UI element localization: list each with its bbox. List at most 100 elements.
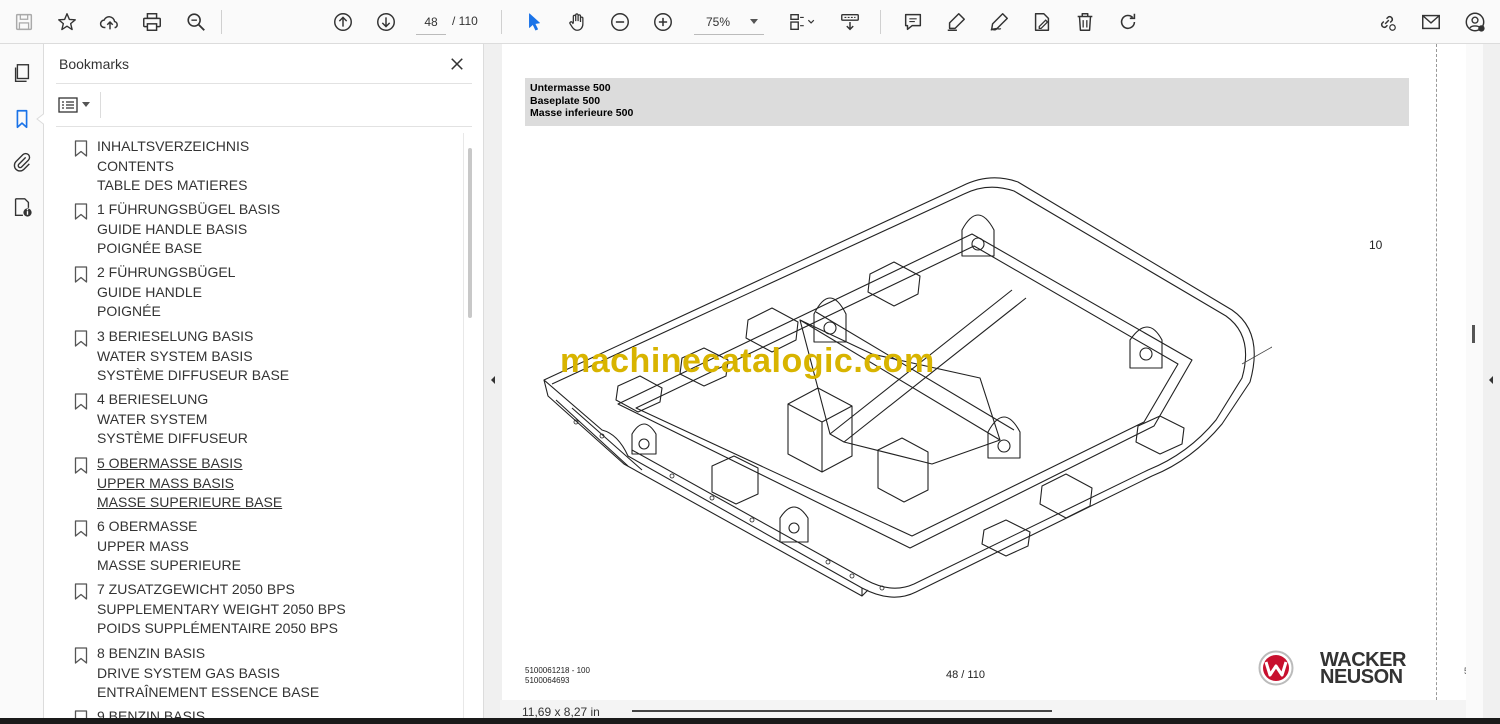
- chevron-down-icon: [82, 102, 90, 107]
- bookmarks-panel-title: Bookmarks: [59, 56, 130, 72]
- bookmark-line-fr: POIGNÉE BASE: [97, 240, 203, 257]
- bookmark-icon: [74, 266, 88, 283]
- bookmark-icon: [74, 457, 88, 474]
- print-icon[interactable]: [137, 7, 167, 37]
- bookmark-icon[interactable]: [7, 104, 37, 134]
- zoom-level-select[interactable]: 75%: [694, 9, 764, 35]
- horizontal-scrollbar[interactable]: [632, 710, 1052, 712]
- next-page-icon[interactable]: [371, 7, 401, 37]
- bookmark-line-de: 7 ZUSATZGEWICHT 2050 BPS: [97, 581, 295, 597]
- document-scrollbar-thumb[interactable]: [1472, 325, 1475, 343]
- toolbar-separator: [880, 10, 881, 34]
- bookmark-icon: [74, 330, 88, 347]
- toolbar-separator: [501, 10, 502, 34]
- list-options-icon: [58, 97, 78, 113]
- bookmark-line-en: WATER SYSTEM BASIS: [97, 347, 253, 364]
- bookmark-options-button[interactable]: [58, 94, 94, 116]
- header-title-en: Baseplate 500: [530, 94, 601, 107]
- account-icon[interactable]: [1460, 7, 1490, 37]
- bookmark-label: 8 BENZIN BASIS DRIVE SYSTEM GAS BASIS EN…: [97, 644, 319, 703]
- page-info-icon[interactable]: [7, 192, 37, 222]
- upload-icon[interactable]: [95, 7, 125, 37]
- window-bottom-edge: [0, 718, 1500, 724]
- redo-icon[interactable]: [1113, 7, 1143, 37]
- star-icon[interactable]: [52, 7, 82, 37]
- bookmark-line-de: 2 FÜHRUNGSBÜGEL: [97, 264, 236, 280]
- draw-icon[interactable]: [984, 7, 1014, 37]
- bookmark-line-en: CONTENTS: [97, 157, 174, 174]
- bookmark-line-fr: MASSE SUPERIEURE: [97, 557, 241, 574]
- page-header-bar: Untermasse 500 Baseplate 500 Masse infer…: [525, 78, 1409, 126]
- document-code-line: 5100064693: [525, 676, 570, 685]
- bookmark-line-fr: SYSTÈME DIFFUSEUR: [97, 430, 248, 447]
- toolbar-separator: [221, 10, 222, 34]
- watermark-text: machinecatalogic.com: [560, 342, 935, 380]
- bookmark-label: INHALTSVERZEICHNIS CONTENTS TABLE DES MA…: [97, 137, 249, 196]
- bookmark-line-de: 8 BENZIN BASIS: [97, 645, 206, 661]
- save-icon[interactable]: [9, 7, 39, 37]
- part-callout-label: 10: [1369, 238, 1383, 252]
- pages-icon[interactable]: [7, 58, 37, 88]
- page-edge-dashed-line: [1436, 44, 1437, 720]
- bookmark-line-de: 4 BERIESELUNG: [97, 391, 209, 407]
- bookmark-line-fr: TABLE DES MATIERES: [97, 177, 248, 194]
- bookmark-line-en: GUIDE HANDLE: [97, 283, 203, 300]
- select-cursor-icon[interactable]: [519, 7, 549, 37]
- scroll-mode-icon[interactable]: [835, 7, 865, 37]
- page-footer-number: 48 / 110: [946, 669, 985, 681]
- document-codes: 5100061218 - 100 5100064693: [525, 666, 590, 686]
- expand-right-panel-icon[interactable]: [1484, 372, 1498, 388]
- comment-icon[interactable]: [898, 7, 928, 37]
- zoom-out-icon[interactable]: [605, 7, 635, 37]
- bookmark-line-en: SUPPLEMENTARY WEIGHT 2050 BPS: [97, 600, 346, 617]
- collapse-panel-icon[interactable]: [486, 372, 500, 388]
- delete-icon[interactable]: [1070, 7, 1100, 37]
- panel-toolbar-separator: [100, 92, 101, 118]
- document-viewport[interactable]: Untermasse 500 Baseplate 500 Masse infer…: [500, 44, 1466, 720]
- document-code-line: 5100061218 - 100: [525, 666, 590, 675]
- navigation-rail: [0, 44, 44, 724]
- header-title-de: Untermasse 500: [530, 82, 611, 94]
- bookmark-line-en: DRIVE SYSTEM GAS BASIS: [97, 664, 280, 681]
- bookmark-line-de: 6 OBERMASSE: [97, 518, 198, 534]
- prev-page-icon[interactable]: [328, 7, 358, 37]
- pdf-page: Untermasse 500 Baseplate 500 Masse infer…: [502, 44, 1466, 720]
- page-total-label: / 110: [452, 14, 478, 28]
- bookmark-label: 5 OBERMASSE BASIS UPPER MASS BASIS MASSE…: [97, 454, 282, 513]
- bookmark-line-fr: POIGNÉE: [97, 303, 161, 320]
- panel-divider: [56, 126, 472, 127]
- fill-sign-icon[interactable]: [1027, 7, 1057, 37]
- bookmark-icon: [74, 140, 88, 157]
- bookmark-label: 6 OBERMASSE UPPER MASS MASSE SUPERIEURE: [97, 517, 241, 576]
- brand-logo-line: NEUSON: [1320, 666, 1403, 688]
- share-link-icon[interactable]: [1372, 7, 1402, 37]
- bookmark-label: 7 ZUSATZGEWICHT 2050 BPS SUPPLEMENTARY W…: [97, 580, 346, 639]
- page-dimensions-label: 11,69 x 8,27 in: [522, 705, 600, 719]
- bookmark-line-de: INHALTSVERZEICHNIS: [97, 138, 250, 154]
- attachment-icon[interactable]: [7, 147, 37, 177]
- bookmark-line-de: 3 BERIESELUNG BASIS: [97, 328, 254, 344]
- bookmark-label: 3 BERIESELUNG BASIS WATER SYSTEM BASIS S…: [97, 327, 289, 386]
- panel-divider: [56, 83, 472, 84]
- zoom-in-icon[interactable]: [648, 7, 678, 37]
- page-number-input[interactable]: 48: [416, 9, 446, 35]
- close-icon[interactable]: [446, 53, 468, 75]
- bookmarks-panel: Bookmarks INHALTSVERZEICHNIS CONTENTS TA…: [44, 44, 484, 724]
- mail-icon[interactable]: [1416, 7, 1446, 37]
- bookmark-line-en: UPPER MASS BASIS: [97, 474, 234, 491]
- hand-icon[interactable]: [562, 7, 592, 37]
- bookmarks-scrollbar-thumb[interactable]: [468, 148, 472, 318]
- baseplate-technical-drawing: [543, 177, 1272, 598]
- bookmark-label: 1 FÜHRUNGSBÜGEL BASIS GUIDE HANDLE BASIS…: [97, 200, 280, 259]
- bookmark-line-en: UPPER MASS: [97, 537, 189, 554]
- zoom-search-icon[interactable]: [181, 7, 211, 37]
- main-toolbar: 48 / 110 75%: [0, 0, 1500, 44]
- bookmark-icon: [74, 203, 88, 220]
- zoom-level-value: 75%: [706, 14, 731, 29]
- bookmark-line-en: GUIDE HANDLE BASIS: [97, 220, 248, 237]
- bookmark-icon: [74, 520, 88, 537]
- bookmark-list: INHALTSVERZEICHNIS CONTENTS TABLE DES MA…: [44, 133, 464, 724]
- page-fit-icon[interactable]: [780, 7, 822, 37]
- brand-logo-text: WACKER NEUSON: [1320, 650, 1406, 688]
- highlight-icon[interactable]: [941, 7, 971, 37]
